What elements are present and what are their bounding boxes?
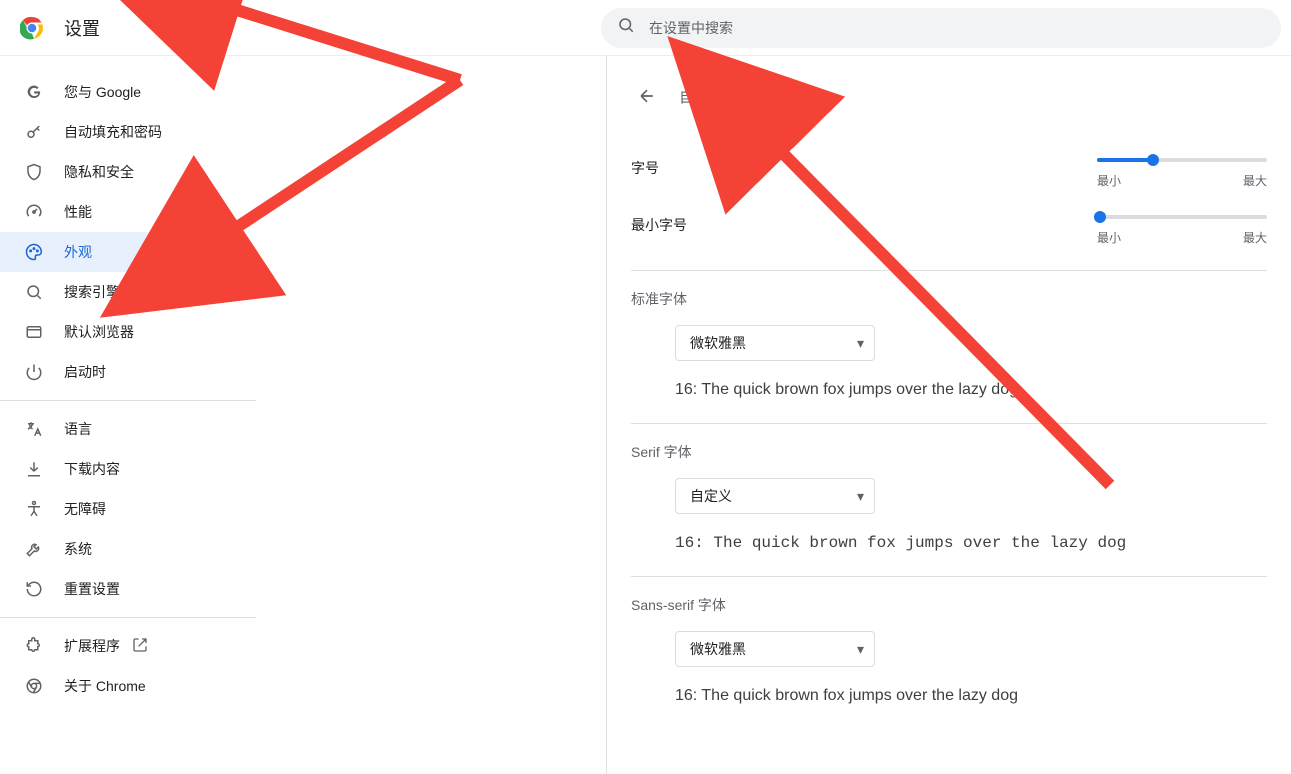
shield-icon <box>24 163 44 181</box>
min-font-size-slider[interactable]: 最小 最大 <box>1097 215 1267 246</box>
sidebar-item-label: 您与 Google <box>64 82 141 102</box>
page-title: 设置 <box>64 15 100 41</box>
sidebar-item-label: 扩展程序 <box>64 636 120 656</box>
slider-min-label: 最小 <box>1097 229 1121 246</box>
sidebar-item-label: 搜索引擎 <box>64 282 120 302</box>
sidebar-item-privacy[interactable]: 隐私和安全 <box>0 152 244 192</box>
sidebar-item-label: 无障碍 <box>64 499 106 519</box>
serif-font-title: Serif 字体 <box>631 442 1267 462</box>
sidebar-item-default-browser[interactable]: 默认浏览器 <box>0 312 244 352</box>
search-icon <box>617 16 635 39</box>
slider-min-label: 最小 <box>1097 172 1121 189</box>
sans-font-dropdown[interactable]: 微软雅黑 ▾ <box>675 631 875 667</box>
dropdown-value: 微软雅黑 <box>690 333 746 353</box>
sidebar-item-label: 默认浏览器 <box>64 322 134 342</box>
sidebar-item-on-startup[interactable]: 启动时 <box>0 352 244 392</box>
sidebar-item-label: 关于 Chrome <box>64 676 146 696</box>
sidebar-item-about[interactable]: 关于 Chrome <box>0 666 244 706</box>
sidebar-item-label: 自动填充和密码 <box>64 122 162 142</box>
sidebar-item-you-and-google[interactable]: 您与 Google <box>0 72 244 112</box>
sidebar: 您与 Google 自动填充和密码 隐私和安全 性能 外观 <box>0 56 256 774</box>
sidebar-item-label: 重置设置 <box>64 579 120 599</box>
extension-icon <box>24 637 44 655</box>
content-title: 自定义字体 <box>679 86 754 107</box>
back-button[interactable] <box>631 80 663 112</box>
accessibility-icon <box>24 500 44 518</box>
translate-icon <box>24 420 44 438</box>
sidebar-item-label: 下载内容 <box>64 459 120 479</box>
sidebar-item-label: 隐私和安全 <box>64 162 134 182</box>
wrench-icon <box>24 540 44 558</box>
sidebar-item-performance[interactable]: 性能 <box>0 192 244 232</box>
sidebar-item-languages[interactable]: 语言 <box>0 409 244 449</box>
sidebar-item-reset[interactable]: 重置设置 <box>0 569 244 609</box>
content: 自定义字体 字号 最小 最大 <box>606 56 1291 774</box>
sans-font-preview: 16: The quick brown fox jumps over the l… <box>675 687 1267 705</box>
standard-font-preview: 16: The quick brown fox jumps over the l… <box>675 381 1267 399</box>
chrome-icon <box>24 677 44 695</box>
palette-icon <box>24 243 44 261</box>
search-bar[interactable] <box>601 8 1281 48</box>
power-icon <box>24 363 44 381</box>
key-icon <box>24 123 44 141</box>
sidebar-item-system[interactable]: 系统 <box>0 529 244 569</box>
sidebar-item-autofill[interactable]: 自动填充和密码 <box>0 112 244 152</box>
sidebar-item-accessibility[interactable]: 无障碍 <box>0 489 244 529</box>
sidebar-item-label: 外观 <box>64 242 92 262</box>
sidebar-item-label: 系统 <box>64 539 92 559</box>
sidebar-item-downloads[interactable]: 下载内容 <box>0 449 244 489</box>
speedometer-icon <box>24 203 44 221</box>
dropdown-value: 微软雅黑 <box>690 639 746 659</box>
open-in-new-icon <box>132 637 148 656</box>
sidebar-item-label: 语言 <box>64 419 92 439</box>
slider-max-label: 最大 <box>1243 172 1267 189</box>
chevron-down-icon: ▾ <box>857 641 864 658</box>
standard-font-dropdown[interactable]: 微软雅黑 ▾ <box>675 325 875 361</box>
content-header: 自定义字体 <box>631 72 1267 120</box>
serif-font-dropdown[interactable]: 自定义 ▾ <box>675 478 875 514</box>
sidebar-item-label: 启动时 <box>64 362 106 382</box>
chevron-down-icon: ▾ <box>857 488 864 505</box>
sans-font-title: Sans-serif 字体 <box>631 595 1267 615</box>
chevron-down-icon: ▾ <box>857 335 864 352</box>
search-input[interactable] <box>647 19 1265 37</box>
divider <box>0 400 256 401</box>
browser-icon <box>24 323 44 341</box>
serif-font-preview: 16: The quick brown fox jumps over the l… <box>675 534 1267 552</box>
google-g-icon <box>24 83 44 101</box>
font-size-slider[interactable]: 最小 最大 <box>1097 158 1267 189</box>
slider-max-label: 最大 <box>1243 229 1267 246</box>
font-size-label: 字号 <box>631 158 659 178</box>
standard-font-title: 标准字体 <box>631 289 1267 309</box>
min-font-size-label: 最小字号 <box>631 215 687 235</box>
sidebar-item-appearance[interactable]: 外观 <box>0 232 244 272</box>
sidebar-item-search-engine[interactable]: 搜索引擎 <box>0 272 244 312</box>
divider <box>0 617 256 618</box>
dropdown-value: 自定义 <box>690 486 732 506</box>
sidebar-item-extensions[interactable]: 扩展程序 <box>0 626 244 666</box>
chrome-logo-icon <box>20 16 44 40</box>
search-icon <box>24 283 44 301</box>
reset-icon <box>24 580 44 598</box>
header: 设置 <box>0 0 1291 56</box>
sidebar-item-label: 性能 <box>64 202 92 222</box>
download-icon <box>24 460 44 478</box>
